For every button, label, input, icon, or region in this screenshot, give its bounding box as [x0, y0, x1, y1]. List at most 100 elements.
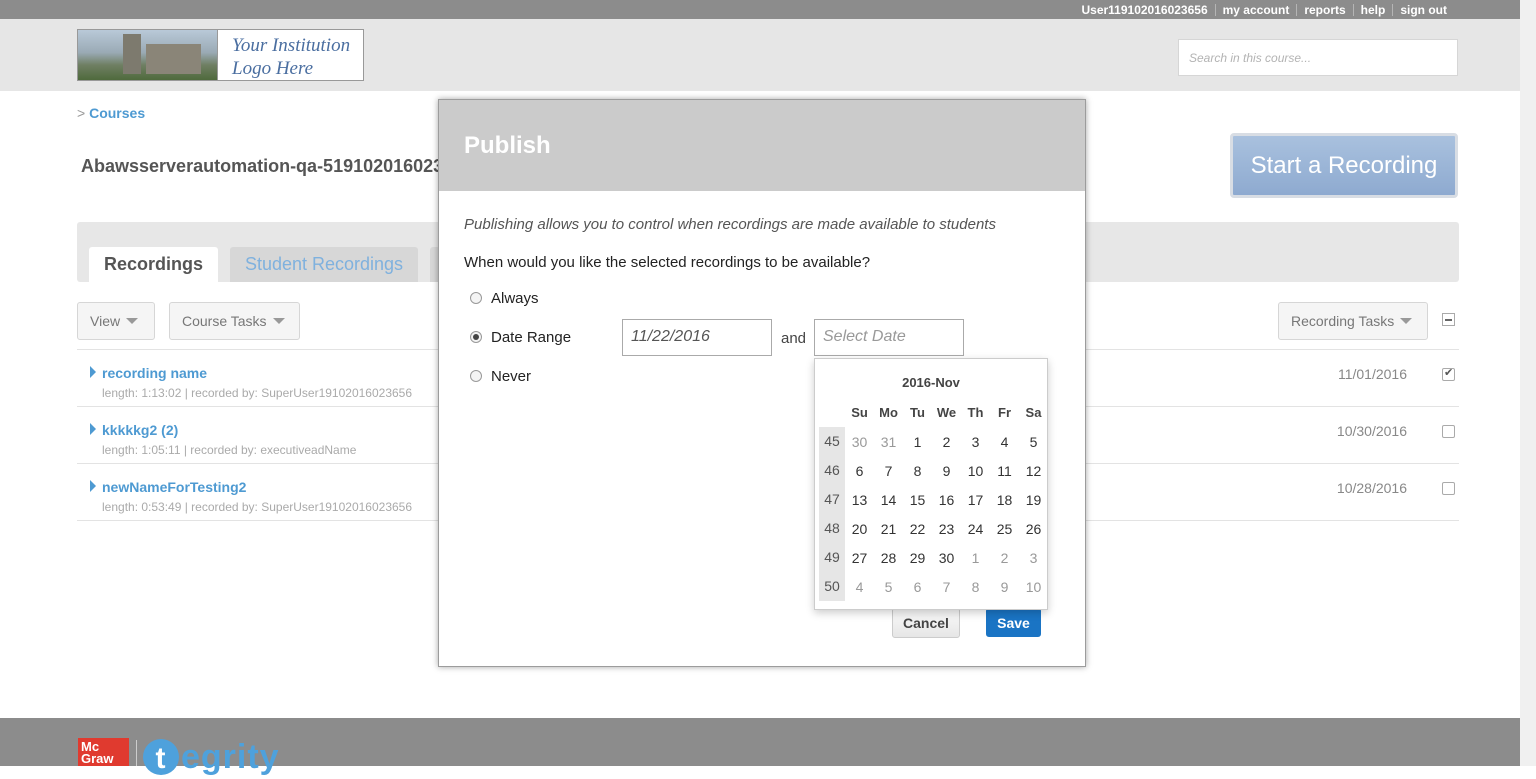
calendar-day[interactable]: 31: [874, 434, 903, 450]
always-label[interactable]: Always: [491, 290, 539, 307]
recording-tasks-dropdown[interactable]: Recording Tasks: [1278, 302, 1428, 340]
calendar-week-row: 45 30 31 1 2 3 4 5: [819, 427, 1048, 456]
next-month-icon[interactable]: [1021, 375, 1035, 389]
start-recording-button[interactable]: Start a Recording: [1230, 133, 1458, 198]
calendar-day[interactable]: 10: [961, 463, 990, 479]
my-account-link[interactable]: my account: [1216, 3, 1297, 17]
dialog-intro: Publishing allows you to control when re…: [464, 216, 996, 233]
scrollbar[interactable]: [1520, 0, 1536, 766]
recording-date: 11/01/2016: [1337, 366, 1407, 382]
availability-question: When would you like the selected recordi…: [464, 254, 871, 271]
tab-student-recordings[interactable]: Student Recordings: [230, 247, 418, 282]
breadcrumb-courses-link[interactable]: Courses: [89, 105, 145, 121]
recording-date: 10/30/2016: [1336, 423, 1407, 439]
calendar-day[interactable]: 2: [990, 550, 1019, 566]
calendar-day[interactable]: 3: [1019, 550, 1048, 566]
tab-recordings[interactable]: Recordings: [89, 247, 218, 282]
calendar-week-row: 47 13 14 15 16 17 18 19: [819, 485, 1048, 514]
user-name[interactable]: User119102016023656: [1074, 3, 1214, 17]
sign-out-link[interactable]: sign out: [1393, 3, 1454, 17]
calendar-day[interactable]: 3: [961, 434, 990, 450]
calendar-day[interactable]: 15: [903, 492, 932, 508]
calendar-day[interactable]: 14: [874, 492, 903, 508]
calendar-day[interactable]: 17: [961, 492, 990, 508]
expand-arrow-icon[interactable]: [90, 366, 96, 378]
month-title: 2016-Nov: [902, 375, 960, 390]
top-bar: User119102016023656 my account reports h…: [0, 0, 1536, 19]
calendar-day[interactable]: 18: [990, 492, 1019, 508]
calendar-day[interactable]: 9: [932, 463, 961, 479]
calendar-day[interactable]: 5: [1019, 434, 1048, 450]
tegrity-logo: t egrity: [143, 738, 280, 777]
weekday-label: We: [936, 405, 957, 420]
calendar-day[interactable]: 10: [1019, 579, 1048, 595]
mh-line-2: Graw: [81, 751, 114, 766]
calendar-day[interactable]: 1: [961, 550, 990, 566]
institution-logo[interactable]: Your Institution Logo Here: [77, 29, 364, 81]
calendar-day[interactable]: 22: [903, 521, 932, 537]
calendar-day[interactable]: 27: [845, 550, 874, 566]
recording-name-link[interactable]: recording name: [102, 365, 207, 381]
calendar-day[interactable]: 1: [903, 434, 932, 450]
recording-name-link[interactable]: newNameForTesting2: [102, 479, 246, 495]
calendar-day[interactable]: 26: [1019, 521, 1048, 537]
calendar-day[interactable]: 6: [845, 463, 874, 479]
calendar-day[interactable]: 20: [845, 521, 874, 537]
expand-arrow-icon[interactable]: [90, 423, 96, 435]
calendar-day[interactable]: 5: [874, 579, 903, 595]
calendar-day[interactable]: 21: [874, 521, 903, 537]
calendar-day[interactable]: 29: [903, 550, 932, 566]
calendar-day[interactable]: 19: [1019, 492, 1048, 508]
start-date-input[interactable]: 11/22/2016: [622, 319, 772, 356]
calendar-day[interactable]: 16: [932, 492, 961, 508]
search-input[interactable]: [1179, 40, 1457, 75]
reports-link[interactable]: reports: [1297, 3, 1352, 17]
date-picker-header: 2016-Nov: [815, 373, 1047, 393]
date-range-label[interactable]: Date Range: [491, 329, 571, 346]
calendar-day[interactable]: 6: [903, 579, 932, 595]
calendar-day[interactable]: 2: [932, 434, 961, 450]
cancel-button[interactable]: Cancel: [892, 608, 960, 638]
calendar-day[interactable]: 23: [932, 521, 961, 537]
recording-meta: length: 1:13:02 | recorded by: SuperUser…: [102, 386, 413, 400]
row-checkbox[interactable]: [1442, 425, 1455, 438]
calendar-day[interactable]: 24: [961, 521, 990, 537]
never-radio[interactable]: [470, 370, 482, 382]
calendar-day[interactable]: 9: [990, 579, 1019, 595]
view-dropdown[interactable]: View: [77, 302, 155, 340]
calendar-day[interactable]: 13: [845, 492, 874, 508]
logo-line-1: Your Institution: [232, 35, 351, 56]
course-tasks-dropdown[interactable]: Course Tasks: [169, 302, 300, 340]
never-label[interactable]: Never: [491, 368, 531, 385]
calendar-day[interactable]: 25: [990, 521, 1019, 537]
calendar-day[interactable]: 4: [990, 434, 1019, 450]
calendar-day[interactable]: 30: [845, 434, 874, 450]
week-number: 49: [819, 543, 845, 572]
recording-name-link[interactable]: kkkkkg2 (2): [102, 422, 178, 438]
logo-line-2: Logo Here: [232, 58, 314, 79]
calendar-day[interactable]: 7: [932, 579, 961, 595]
calendar-day[interactable]: 4: [845, 579, 874, 595]
row-checkbox[interactable]: [1442, 366, 1455, 381]
calendar-day[interactable]: 8: [961, 579, 990, 595]
row-checkbox[interactable]: [1442, 482, 1455, 495]
calendar-day[interactable]: 28: [874, 550, 903, 566]
calendar-day[interactable]: 7: [874, 463, 903, 479]
save-button[interactable]: Save: [986, 608, 1041, 637]
always-radio[interactable]: [470, 292, 482, 304]
course-tasks-label: Course Tasks: [182, 313, 267, 329]
end-date-input[interactable]: Select Date: [814, 319, 964, 356]
select-all-checkbox[interactable]: [1442, 313, 1455, 326]
date-picker: 2016-Nov Su Mo Tu We Th Fr Sa 45 30 31 1 2 3 4 5 46 6 7 8 9…: [814, 358, 1048, 610]
date-range-radio[interactable]: [470, 331, 482, 343]
expand-arrow-icon[interactable]: [90, 480, 96, 492]
campus-photo: [78, 30, 218, 80]
calendar-day[interactable]: 11: [990, 463, 1019, 479]
divider: [136, 740, 137, 766]
calendar-week-row: 46 6 7 8 9 10 11 12: [819, 456, 1048, 485]
breadcrumb: > Courses: [77, 105, 145, 121]
help-link[interactable]: help: [1354, 3, 1393, 17]
calendar-day[interactable]: 12: [1019, 463, 1048, 479]
calendar-day[interactable]: 30: [932, 550, 961, 566]
calendar-day[interactable]: 8: [903, 463, 932, 479]
